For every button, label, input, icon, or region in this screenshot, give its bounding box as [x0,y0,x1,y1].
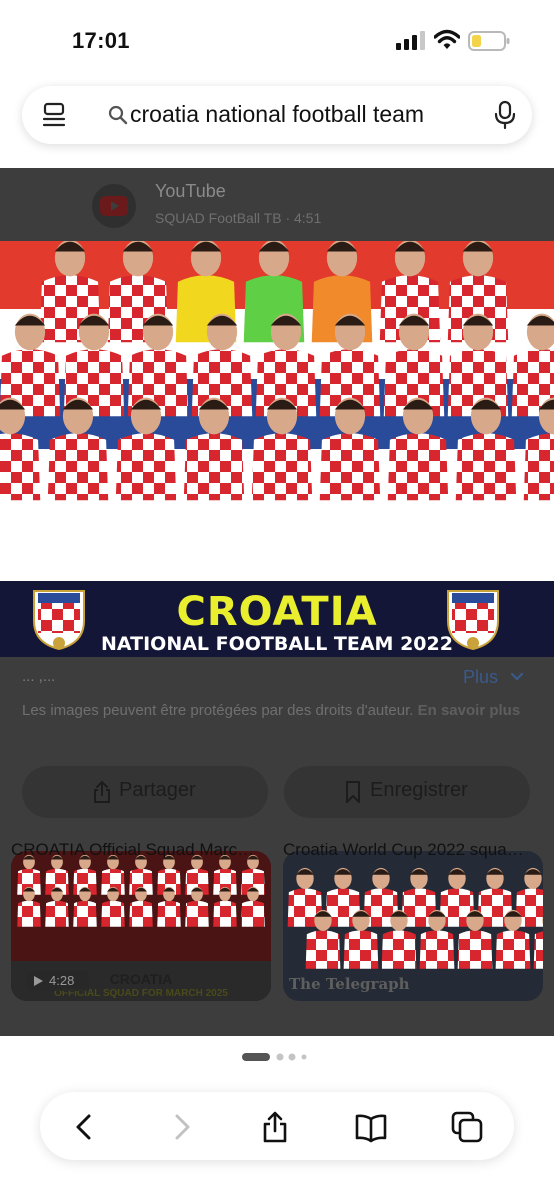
related-thumbnail[interactable]: The Telegraph [283,851,543,1001]
search-input[interactable]: croatia national football team [130,101,424,128]
page-indicator [242,1048,322,1066]
pager-dot[interactable] [288,1053,296,1061]
player-figure [387,433,449,501]
player-figure [73,900,97,927]
publisher-watermark: The Telegraph [289,975,410,993]
bookmark-icon [346,781,360,803]
tabs-icon[interactable] [450,1110,484,1144]
player-figure [455,433,517,501]
player-figure [0,433,41,501]
related-title[interactable]: Croatia World Cup 2022 squa… [283,840,524,860]
pager-dot[interactable] [301,1054,307,1060]
status-bar: 17:01 [0,0,554,80]
player-figure [157,900,181,927]
tab-overview-icon[interactable] [42,102,66,128]
banner-subtitle: NATIONAL FOOTBALL TEAM 2022 [101,633,453,655]
chevron-down-icon[interactable] [510,671,524,683]
pager-dot-active[interactable] [242,1053,270,1061]
learn-more-link[interactable]: En savoir plus [418,702,521,719]
back-icon[interactable] [68,1110,102,1144]
pager-dot[interactable] [276,1053,284,1061]
video-duration: 4:28 [27,971,89,991]
save-label: Enregistrer [370,779,468,801]
banner-title: CROATIA [176,589,378,635]
related-title[interactable]: CROATIA Official Squad Marc… [11,840,254,860]
pager-dots [242,1053,307,1061]
player-figure [343,930,379,969]
player-figure [457,930,493,969]
result-image[interactable]: CROATIA NATIONAL FOOTBALL TEAM 2022 [0,241,554,657]
copyright-notice: Les images peuvent être protégées par de… [22,700,532,722]
player-figure [129,900,153,927]
search-bar[interactable]: croatia national football team [22,86,532,144]
player-figure [319,433,381,501]
source-meta: SQUAD FootBall TB · 4:51 [155,210,322,226]
player-figure [45,900,69,927]
more-button[interactable]: Plus [463,667,498,688]
player-figure [533,931,543,969]
forward-icon[interactable] [164,1110,198,1144]
battery-icon [468,31,510,51]
status-time: 17:01 [72,28,130,53]
source-name[interactable]: YouTube [155,181,226,202]
wifi-icon [434,29,460,49]
team-photo [0,241,554,581]
microphone-icon[interactable] [494,100,516,130]
related-thumbnail[interactable]: CROATIA OFFICIAL SQUAD FOR MARCH 2025 4:… [11,851,271,1001]
player-figure [185,900,209,927]
share-label: Partager [119,779,196,801]
player-figure [101,900,125,927]
player-figure [251,433,313,501]
player-figure [523,433,554,501]
share-icon[interactable] [258,1110,292,1144]
image-caption: ... ,... [22,668,56,685]
youtube-icon [100,196,128,216]
browser-toolbar [40,1092,514,1160]
cellular-signal-icon [396,31,425,50]
search-icon [108,105,128,125]
player-figure [419,930,455,969]
share-icon [94,780,110,803]
player-figure [47,433,109,501]
play-icon [34,976,43,986]
player-figure [495,930,531,969]
player-figure [305,930,341,969]
image-result-panel: YouTube SQUAD FootBall TB · 4:51 CROATIA… [0,168,554,1036]
share-button[interactable]: Partager [22,766,268,818]
player-figure [17,900,41,927]
player-figure [241,900,265,927]
save-button[interactable]: Enregistrer [284,766,530,818]
bookmarks-icon[interactable] [354,1110,388,1144]
player-figure [115,433,177,501]
copyright-text: Les images peuvent être protégées par de… [22,702,414,719]
team-banner: CROATIA NATIONAL FOOTBALL TEAM 2022 [0,581,554,657]
player-figure [213,900,237,927]
duration-text: 4:28 [49,973,75,988]
player-figure [381,930,417,969]
player-figure [183,433,245,501]
